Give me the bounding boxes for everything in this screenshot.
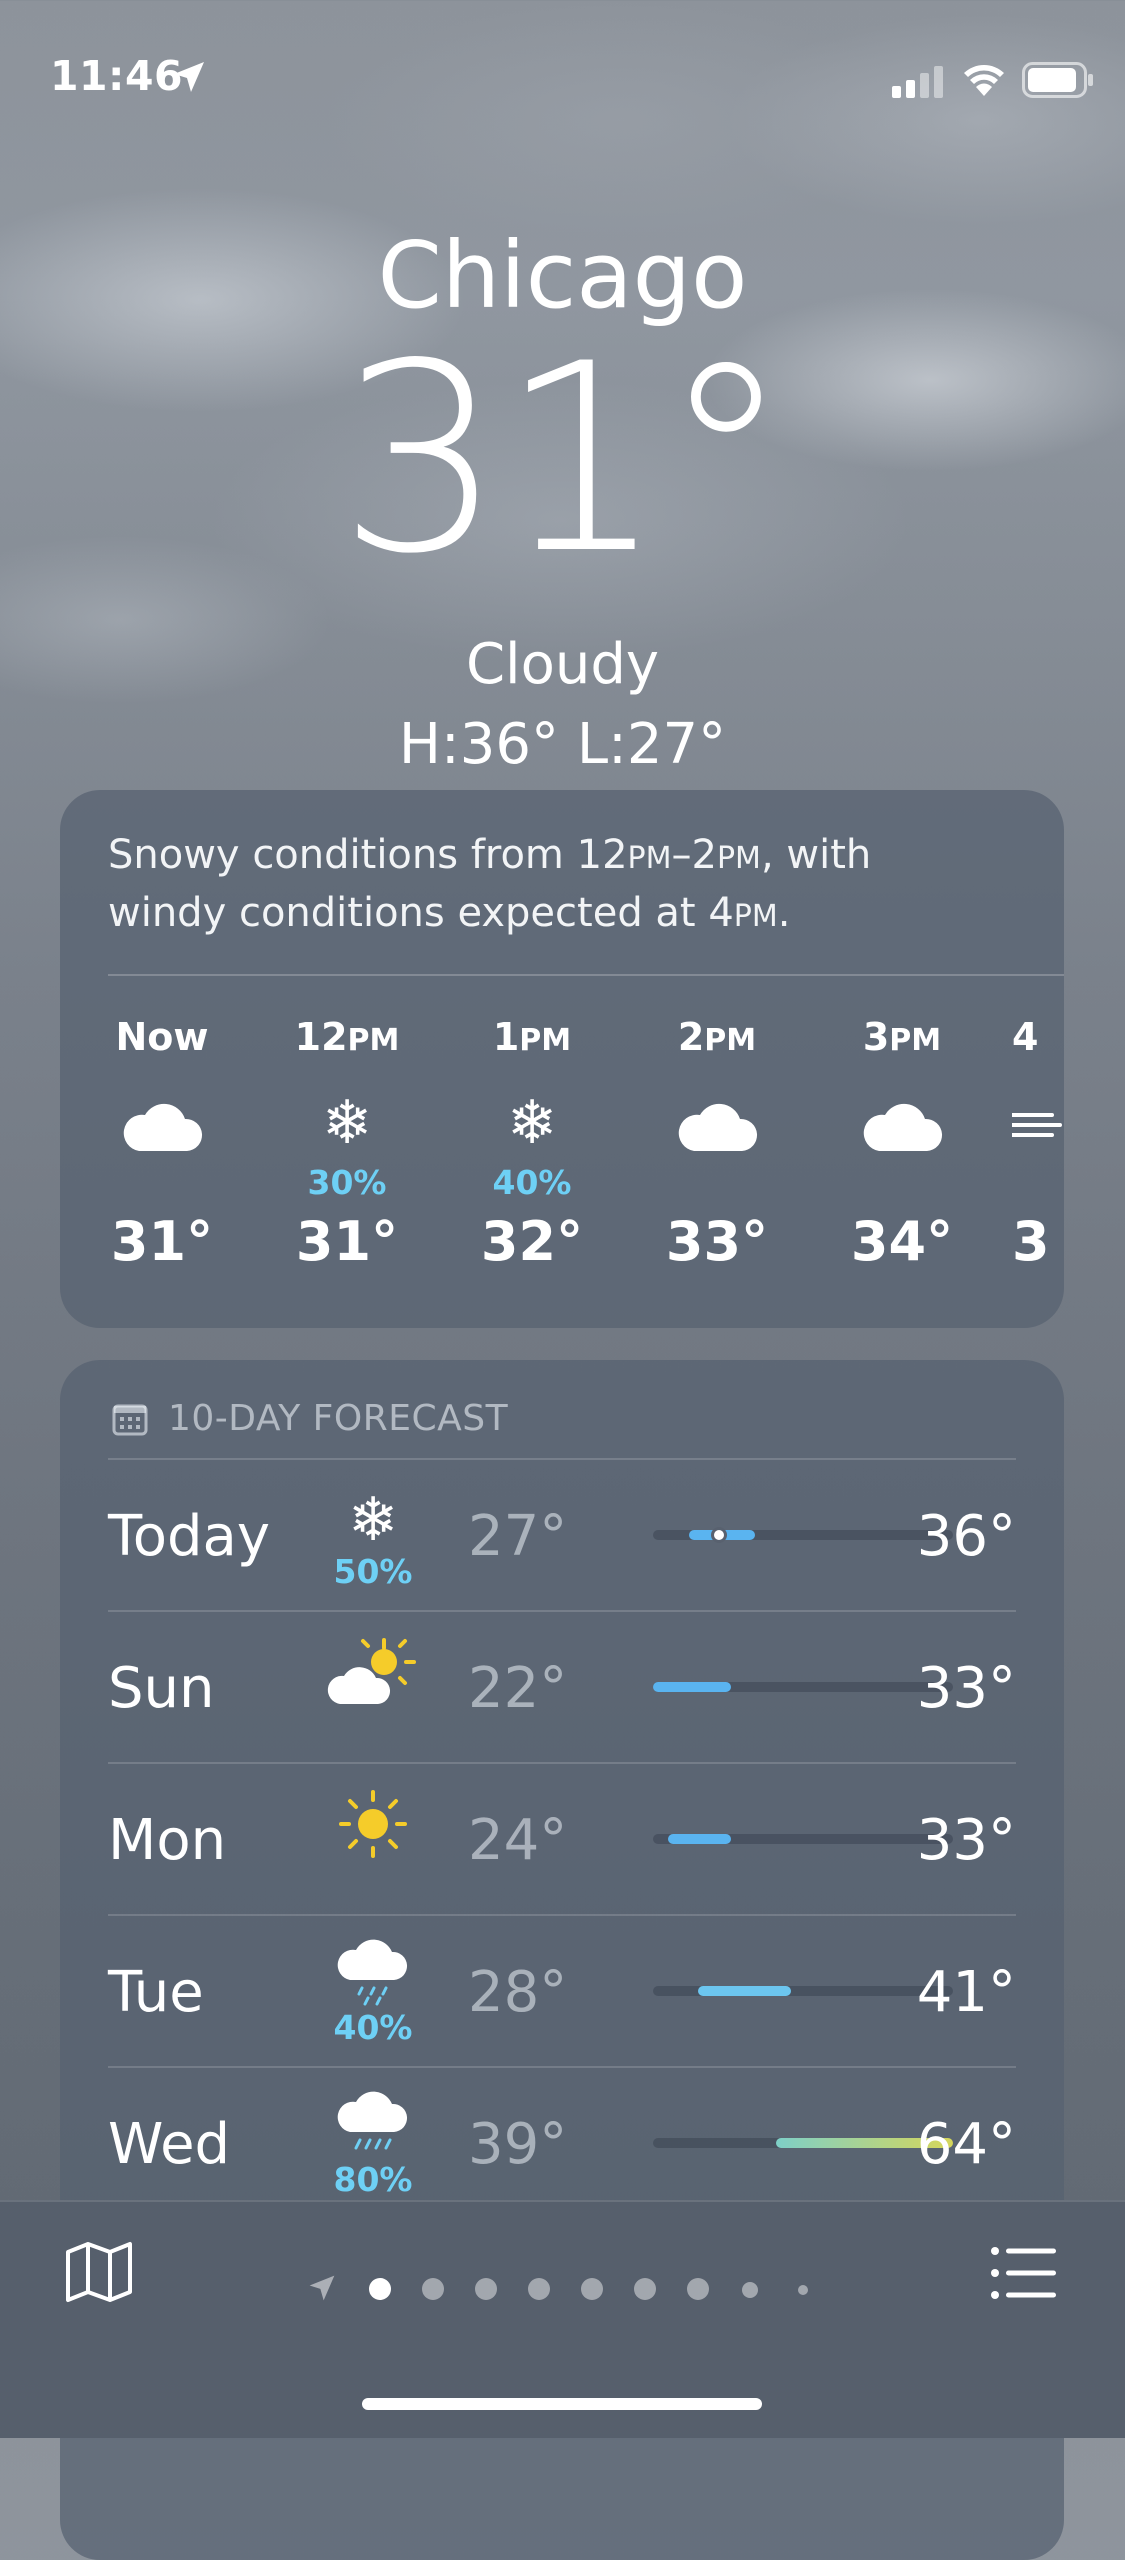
high-temp: 64° [916, 2112, 1016, 2177]
status-time: 11:46 [50, 52, 184, 100]
temp-range-fill [653, 1682, 731, 1692]
partly-sunny-icon [318, 1632, 428, 1712]
sun-icon [318, 1784, 428, 1864]
page-dot[interactable] [742, 2282, 758, 2298]
hour-item: 4 3 [1010, 1015, 1064, 1273]
ten-day-title: 10-DAY FORECAST [168, 1398, 509, 1439]
snowflake-icon: ❄ [321, 1088, 373, 1158]
hour-label: Now [115, 1015, 209, 1059]
page-dot[interactable] [528, 2278, 550, 2300]
hour-label: 12PM [294, 1015, 400, 1059]
day-name: Tue [108, 1960, 204, 2025]
temp-range-bar [653, 1834, 953, 1844]
low-temp: 22° [468, 1656, 568, 1721]
precip-chance: 30% [307, 1163, 387, 1202]
page-dot[interactable] [687, 2278, 709, 2300]
temp-range-bar [653, 2138, 953, 2148]
day-row[interactable]: Sun 22° 33° [108, 1612, 1016, 1762]
hour-item: 3PM 34° [827, 1015, 977, 1273]
page-dot[interactable] [634, 2278, 656, 2300]
low-temp: 39° [468, 2112, 568, 2177]
hour-temp: 31° [295, 1210, 399, 1273]
hour-item: 12PM ❄ 30% 31° [272, 1015, 422, 1273]
high-temp: 41° [916, 1960, 1016, 2025]
map-icon[interactable] [64, 2240, 134, 2304]
hour-item: 1PM ❄ 40% 32° [457, 1015, 607, 1273]
precip-chance: 40% [333, 2008, 413, 2047]
page-dot[interactable] [475, 2278, 497, 2300]
hour-label: 4 [1012, 1015, 1039, 1059]
high-temp: 36° [916, 1504, 1016, 1569]
day-row[interactable]: Wed 80% 39° 64° [108, 2068, 1016, 2218]
page-dot[interactable] [581, 2278, 603, 2300]
snowflake-icon: ❄ [347, 1485, 399, 1555]
hourly-scroll[interactable]: Snowy conditions from 12PM–2PM, with win… [60, 790, 1064, 1328]
snowflake-icon: ❄ [506, 1088, 558, 1158]
low-temp: 28° [468, 1960, 568, 2025]
list-icon[interactable] [990, 2246, 1058, 2300]
hour-temp: 34° [850, 1210, 954, 1273]
current-location-arrow-icon[interactable] [308, 2274, 336, 2302]
day-row[interactable]: Today ❄ 50% 27° 36° [108, 1460, 1016, 1610]
cellular-signal-icon [892, 66, 943, 98]
precip-chance: 50% [333, 1552, 413, 1591]
hour-item: 2PM 33° [642, 1015, 792, 1273]
battery-icon [1022, 62, 1093, 98]
rain-cloud-icon [318, 1936, 428, 2016]
current-condition: Cloudy [465, 632, 660, 697]
precip-chance: 80% [333, 2160, 413, 2199]
home-indicator[interactable] [362, 2398, 762, 2410]
hour-label: 3PM [862, 1015, 942, 1059]
page-dot-active[interactable] [369, 2278, 391, 2300]
bottom-toolbar [0, 2200, 1125, 2438]
page-dot[interactable] [422, 2278, 444, 2300]
current-temp-marker [711, 1527, 727, 1543]
day-name: Sun [108, 1656, 215, 1721]
day-name: Today [108, 1504, 270, 1569]
hour-temp: 33° [665, 1210, 769, 1273]
status-bar: 11:46 [0, 0, 1125, 150]
cloud-icon [87, 1085, 237, 1165]
hour-label: 1PM [492, 1015, 572, 1059]
day-name: Wed [108, 2112, 231, 2177]
hour-item: Now 31° [87, 1015, 237, 1273]
current-temperature: 31° [338, 309, 791, 611]
hour-temp: 31° [110, 1210, 214, 1273]
page-dot[interactable] [798, 2285, 808, 2295]
temp-range-bar [653, 1986, 953, 1996]
page-indicator[interactable] [300, 2260, 830, 2310]
cloud-icon [642, 1085, 792, 1165]
rain-cloud-icon [318, 2088, 428, 2168]
day-row[interactable]: Mon 24° 33° [108, 1764, 1016, 1914]
forecast-summary: Snowy conditions from 12PM–2PM, with win… [108, 832, 872, 936]
hour-temp: 32° [480, 1210, 584, 1273]
hourly-forecast-card[interactable]: Snowy conditions from 12PM–2PM, with win… [60, 790, 1064, 1328]
high-temp: 33° [916, 1808, 1016, 1873]
temp-range-fill [668, 1834, 731, 1844]
low-temp: 24° [468, 1808, 568, 1873]
wifi-icon [964, 65, 1004, 96]
temp-range-fill [698, 1986, 791, 1996]
summary-divider [108, 974, 1064, 976]
hour-temp: 3 [1012, 1210, 1050, 1273]
high-temp: 33° [916, 1656, 1016, 1721]
precip-chance: 40% [492, 1163, 572, 1202]
low-temp: 27° [468, 1504, 568, 1569]
wind-icon [1010, 1085, 1064, 1165]
temp-range-bar [653, 1527, 953, 1543]
temp-range-bar [653, 1682, 953, 1692]
day-name: Mon [108, 1808, 227, 1873]
location-arrow-icon [174, 62, 204, 92]
cloud-icon [827, 1085, 977, 1165]
day-row[interactable]: Tue 40% 28° 41° [108, 1916, 1016, 2066]
hour-label: 2PM [677, 1015, 757, 1059]
high-low: H:36° L:27° [398, 712, 727, 777]
calendar-icon [112, 1404, 148, 1436]
